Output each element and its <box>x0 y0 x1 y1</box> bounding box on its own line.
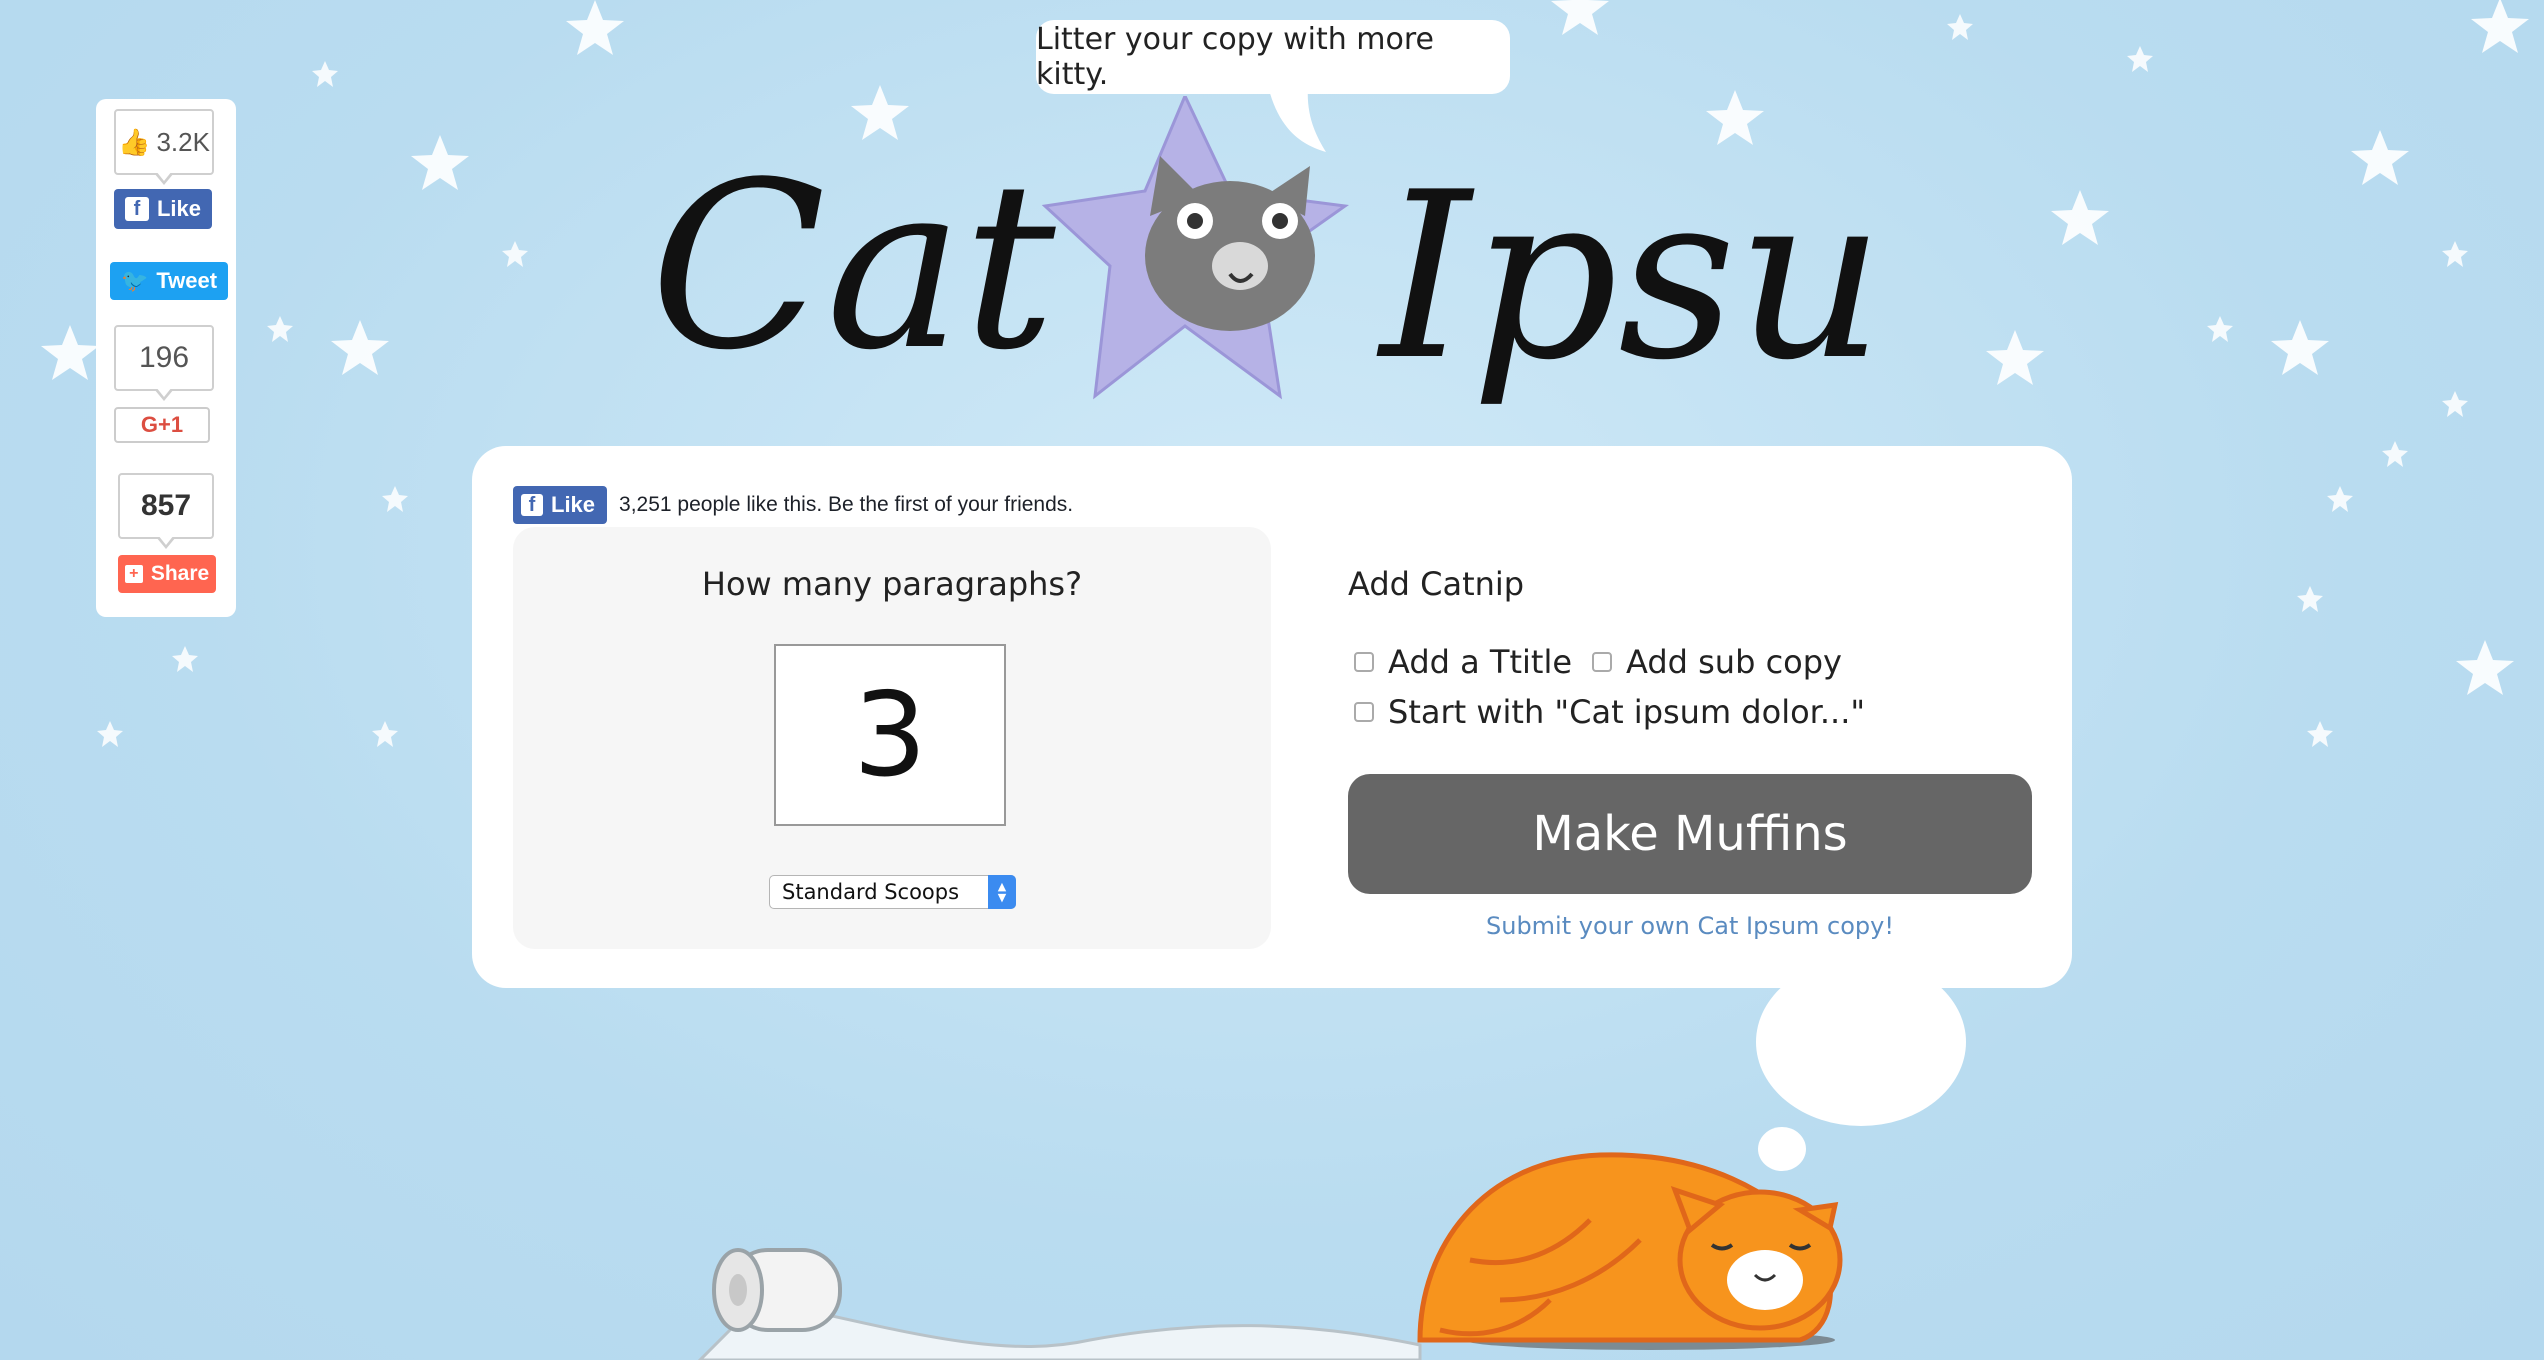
catnip-title: Add Catnip <box>1348 565 1525 603</box>
paper-roll-icon <box>697 1248 1422 1360</box>
tagline-text: Litter your copy with more kitty. <box>1036 22 1434 92</box>
facebook-like-button[interactable]: f Like <box>114 189 212 229</box>
plus-square-icon: + <box>124 565 143 583</box>
submit-copy-link[interactable]: Submit your own Cat Ipsum copy! <box>1348 912 2032 940</box>
make-muffins-button[interactable]: Make Muffins <box>1348 774 2032 894</box>
thumbs-up-icon: 👍 <box>118 126 151 157</box>
start-with-lorem-checkbox[interactable] <box>1354 702 1374 722</box>
paragraph-count-input[interactable]: 3 <box>774 644 1006 826</box>
add-title-option[interactable]: Add a Ttitle <box>1354 643 1572 681</box>
sleeping-cat-illustration <box>697 1152 1843 1360</box>
facebook-icon: f <box>521 494 543 516</box>
orange-cat-icon <box>1417 1152 1843 1350</box>
cat-ipsum-logo: Cat Ipsum <box>640 92 2102 416</box>
facebook-like-inline: f Like 3,251 people like this. Be the fi… <box>513 486 1073 524</box>
facebook-like-text: 3,251 people like this. Be the first of … <box>619 493 1074 516</box>
google-plus-button[interactable]: G+1 <box>114 407 210 443</box>
facebook-count: 👍 3.2K <box>114 109 214 185</box>
facebook-icon: f <box>124 197 149 221</box>
share-sidebar: 👍 3.2K f Like 🐦 Tweet 196 G+1 857 + Shar… <box>96 99 236 617</box>
tagline-bubble: Litter your copy with more kitty. <box>1036 20 1510 94</box>
twitter-bird-icon: 🐦 <box>120 268 149 293</box>
add-sub-copy-option[interactable]: Add sub copy <box>1592 643 1842 681</box>
paragraphs-question: How many paragraphs? <box>701 565 1083 603</box>
google-plus-count: 196 <box>114 325 214 401</box>
select-arrows-icon: ▲ ▼ <box>988 875 1016 909</box>
scoop-size-select[interactable]: Standard Scoops ▲ ▼ <box>769 875 1016 909</box>
add-sub-copy-checkbox[interactable] <box>1592 652 1612 672</box>
logo-word-cat: Cat <box>650 134 1056 401</box>
share-count: 857 <box>118 473 214 549</box>
share-button[interactable]: + Share <box>118 555 216 593</box>
add-title-checkbox[interactable] <box>1354 652 1374 672</box>
start-with-lorem-option[interactable]: Start with "Cat ipsum dolor..." <box>1354 693 1865 731</box>
logo-word-ipsum: Ipsum <box>1376 144 1900 411</box>
star-cat-icon <box>1041 92 1350 400</box>
facebook-like-inline-button[interactable]: f Like <box>513 486 608 524</box>
tweet-button[interactable]: 🐦 Tweet <box>110 262 228 300</box>
